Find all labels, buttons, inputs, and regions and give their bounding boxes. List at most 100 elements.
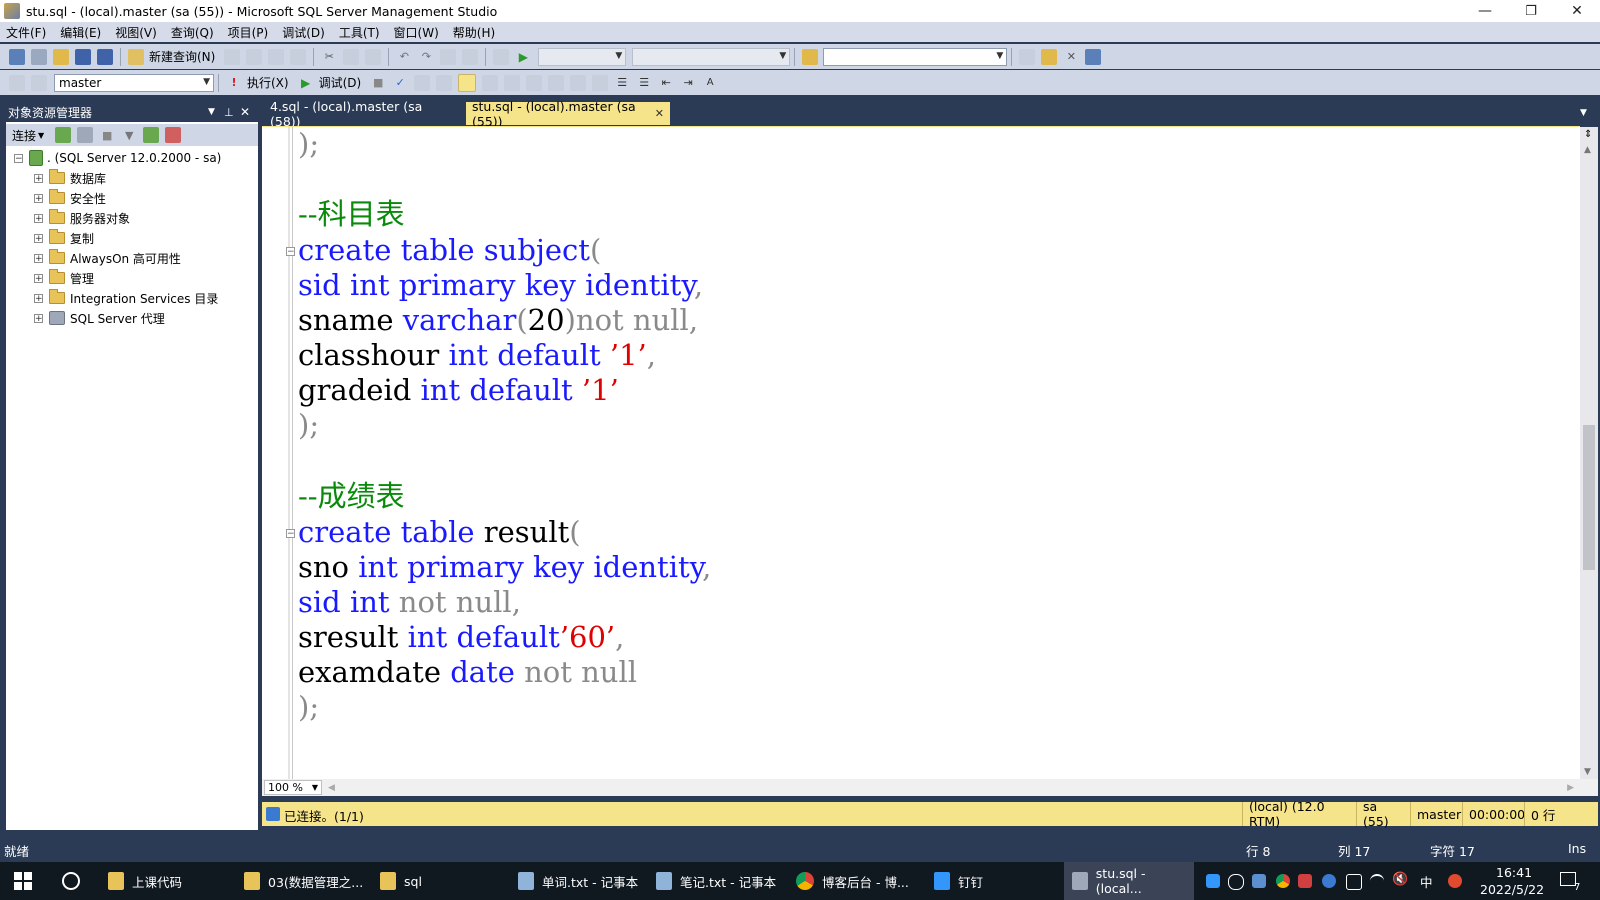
collapse-icon[interactable]: − xyxy=(14,153,23,163)
tree-node-databases[interactable]: + 数据库 xyxy=(34,168,106,188)
menu-edit[interactable]: 编辑(E) xyxy=(60,24,101,41)
debug-button[interactable]: 调试(D) xyxy=(319,74,362,91)
specify-template-values-icon[interactable]: A xyxy=(702,75,718,91)
open-file-icon[interactable] xyxy=(53,48,69,65)
properties-icon[interactable]: ✕ xyxy=(1063,49,1079,65)
tree-node-server-objects[interactable]: + 服务器对象 xyxy=(34,208,130,228)
menu-project[interactable]: 项目(P) xyxy=(228,24,269,41)
ime-indicator[interactable]: 中 xyxy=(1420,872,1433,891)
cut-icon[interactable]: ✂ xyxy=(321,49,337,65)
nav-forward-icon[interactable] xyxy=(462,48,479,65)
code-editor[interactable]: ); --科目表 − create table subject( sid int… xyxy=(262,127,1580,779)
uncomment-lines-icon[interactable]: ☰ xyxy=(636,75,652,91)
network-drive-icon[interactable] xyxy=(1252,874,1266,888)
live-statistics-icon[interactable] xyxy=(504,74,521,91)
task-notepad-2[interactable]: 笔记.txt - 记事本 xyxy=(656,862,786,900)
tab-4-sql[interactable]: 4.sql - (local).master (sa (58)) xyxy=(264,99,454,129)
decrease-indent-icon[interactable]: ⇤ xyxy=(658,75,674,91)
expand-icon[interactable]: + xyxy=(34,273,43,283)
expand-icon[interactable]: + xyxy=(34,293,43,303)
task-dingtalk[interactable]: 钉钉 xyxy=(934,862,1034,900)
analysis-query-icon[interactable] xyxy=(246,48,263,65)
tree-node-alwayson[interactable]: + AlwaysOn 高可用性 xyxy=(34,248,181,268)
activity-icon[interactable] xyxy=(165,127,182,143)
zoom-combo[interactable]: 100 % ▼ xyxy=(264,780,322,795)
tab-close-icon[interactable]: ✕ xyxy=(655,107,664,120)
filter-icon[interactable]: ▼ xyxy=(121,127,137,143)
security-icon[interactable] xyxy=(1298,874,1312,888)
navigate-icon[interactable] xyxy=(440,48,457,65)
task-notepad-1[interactable]: 单词.txt - 记事本 xyxy=(518,862,648,900)
cancel-query-icon[interactable]: ■ xyxy=(370,75,386,91)
comment-lines-icon[interactable]: ☰ xyxy=(614,75,630,91)
add-item-icon[interactable] xyxy=(31,48,47,65)
results-to-text-icon[interactable] xyxy=(548,74,565,91)
clock-date[interactable]: 2022/5/22 xyxy=(1480,882,1544,897)
mdx-query-icon[interactable] xyxy=(268,48,285,65)
expand-icon[interactable]: + xyxy=(34,233,43,243)
refresh-icon[interactable] xyxy=(143,127,160,143)
task-explorer-3[interactable]: sql xyxy=(380,862,500,900)
estimated-plan-icon[interactable] xyxy=(414,74,431,91)
connect-dropdown[interactable]: 连接 xyxy=(12,127,36,144)
object-explorer-icon[interactable] xyxy=(1041,48,1058,65)
solution-platform-combo[interactable]: ▼ xyxy=(632,47,791,66)
new-query-icon[interactable] xyxy=(128,48,144,65)
expand-icon[interactable]: + xyxy=(34,213,43,223)
task-chrome[interactable]: 博客后台 - 博... xyxy=(796,862,922,900)
available-databases-combo[interactable]: master ▼ xyxy=(54,73,214,92)
task-ssms[interactable]: stu.sql - (local... xyxy=(1064,862,1194,900)
copy-icon[interactable] xyxy=(343,48,360,65)
results-to-grid-icon[interactable] xyxy=(570,74,587,91)
registered-servers-icon[interactable] xyxy=(1019,48,1036,65)
debug-icon[interactable]: ▶ xyxy=(298,75,314,91)
results-to-file-icon[interactable] xyxy=(592,74,609,91)
collapse-icon[interactable]: − xyxy=(286,529,295,539)
sogou-ime-icon[interactable] xyxy=(1448,874,1462,888)
menu-view[interactable]: 视图(V) xyxy=(115,24,157,41)
scroll-down-icon[interactable]: ▼ xyxy=(1584,767,1591,777)
panel-close-icon[interactable]: ✕ xyxy=(240,105,250,119)
minimize-button[interactable]: — xyxy=(1462,0,1508,22)
solution-config-combo[interactable]: ▼ xyxy=(538,47,627,66)
wifi-icon[interactable] xyxy=(1370,874,1384,890)
menu-file[interactable]: 文件(F) xyxy=(6,24,46,41)
change-connection-icon[interactable] xyxy=(31,74,47,91)
battery-icon[interactable] xyxy=(1346,874,1362,890)
menu-window[interactable]: 窗口(W) xyxy=(394,24,439,41)
parse-icon[interactable]: ✓ xyxy=(392,75,408,91)
activity-monitor-icon[interactable] xyxy=(493,48,510,65)
expand-icon[interactable]: + xyxy=(34,193,43,203)
tree-server-node[interactable]: − . (SQL Server 12.0.2000 - sa) xyxy=(14,148,221,168)
paste-icon[interactable] xyxy=(365,48,382,65)
database-engine-query-icon[interactable] xyxy=(224,48,241,65)
scroll-left-icon[interactable]: ◀ xyxy=(328,783,335,793)
tab-stu-sql[interactable]: stu.sql - (local).master (sa (55)) ✕ xyxy=(466,99,670,129)
restore-button[interactable]: ❐ xyxy=(1508,0,1554,22)
split-icon[interactable]: ⇕ xyxy=(1584,129,1592,140)
scrollbar-thumb[interactable] xyxy=(1583,425,1595,570)
stop-icon[interactable]: ■ xyxy=(99,127,115,143)
undo-icon[interactable]: ↶ xyxy=(396,49,412,65)
execute-button[interactable]: 执行(X) xyxy=(247,74,289,91)
find-in-files-icon[interactable] xyxy=(802,48,819,65)
tree-node-security[interactable]: + 安全性 xyxy=(34,188,106,208)
connect-object-explorer-icon[interactable] xyxy=(55,127,72,143)
menu-tools[interactable]: 工具(T) xyxy=(339,24,380,41)
task-explorer-1[interactable]: 上课代码 xyxy=(108,862,228,900)
task-explorer-2[interactable]: 03(数据管理之... xyxy=(244,862,364,900)
execute-icon[interactable]: ! xyxy=(226,75,242,91)
dingtalk-tray-icon[interactable] xyxy=(1206,874,1220,888)
tree-node-replication[interactable]: + 复制 xyxy=(34,228,94,248)
save-icon[interactable] xyxy=(75,48,91,65)
tab-overflow-icon[interactable]: ▼ xyxy=(1580,108,1587,118)
client-statistics-icon[interactable] xyxy=(526,74,543,91)
expand-icon[interactable]: + xyxy=(34,173,43,183)
cloud-icon[interactable] xyxy=(1228,874,1244,890)
panel-menu-icon[interactable]: ▼ xyxy=(208,107,215,117)
collapse-icon[interactable]: − xyxy=(286,247,295,257)
increase-indent-icon[interactable]: ⇥ xyxy=(680,75,696,91)
volume-muted-icon[interactable]: 🔇 xyxy=(1392,872,1408,887)
search-button[interactable] xyxy=(62,862,84,900)
close-button[interactable]: ✕ xyxy=(1554,0,1600,22)
